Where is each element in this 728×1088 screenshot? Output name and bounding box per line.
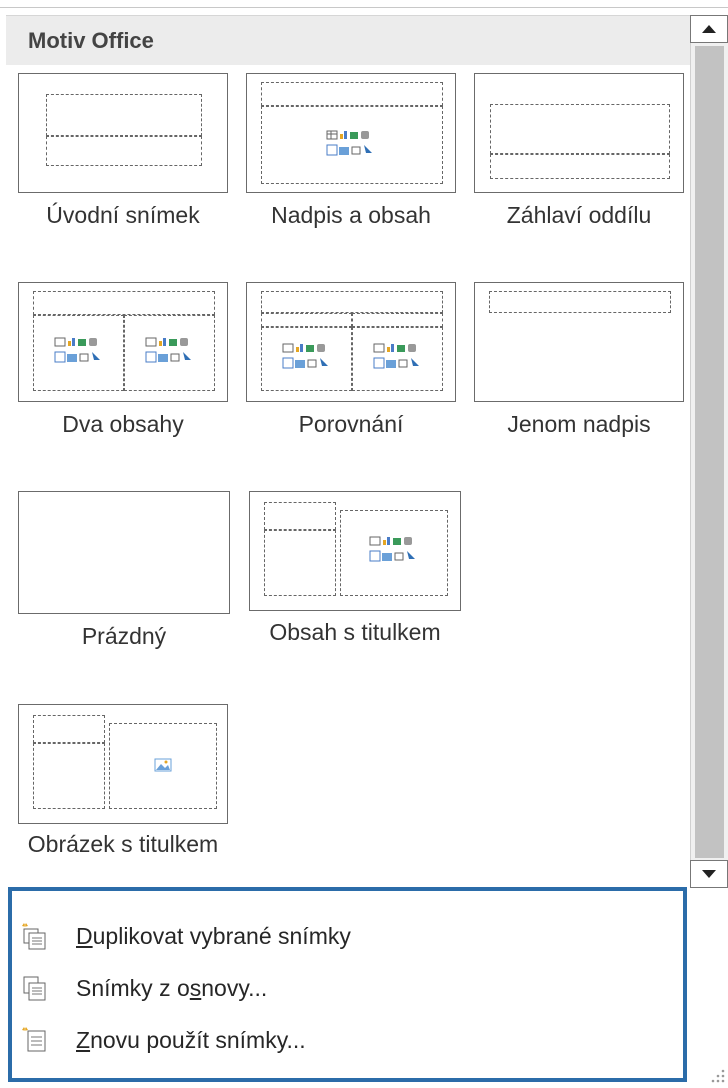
- layout-thumbnail: [18, 491, 230, 614]
- layout-tile-title-only[interactable]: Jenom nadpis: [474, 282, 684, 467]
- title-placeholder: [489, 291, 671, 313]
- picture-icon: [154, 758, 172, 772]
- menu-label: Snímky z osnovy...: [76, 974, 268, 1001]
- layout-thumbnail: [246, 73, 456, 193]
- content-insert-icons: [373, 343, 419, 369]
- layout-label: Porovnání: [298, 411, 404, 437]
- arrow-down-icon: [702, 870, 716, 878]
- layout-label: Prázdný: [81, 623, 167, 649]
- picture-placeholder: [109, 723, 217, 809]
- scroll-up-button[interactable]: [690, 15, 728, 43]
- layout-label: Nadpis a obsah: [271, 202, 431, 228]
- left-content-placeholder: [261, 327, 352, 391]
- menu-item-slides-from-outline[interactable]: Snímky z osnovy...: [12, 963, 683, 1013]
- content-placeholder: [340, 510, 448, 596]
- right-content-placeholder: [124, 315, 215, 391]
- text-placeholder: [264, 530, 336, 596]
- layout-tile-content-caption[interactable]: Obsah s titulkem: [249, 491, 461, 681]
- slide-commands-menu: Duplikovat vybrané snímky Snímky z osnov…: [8, 887, 687, 1082]
- section-header-bar: Motiv Office: [6, 15, 690, 65]
- resize-grip-icon[interactable]: [708, 1066, 726, 1084]
- layout-label: Dva obsahy: [62, 411, 184, 437]
- layout-label: Obsah s titulkem: [269, 619, 441, 645]
- title-placeholder: [261, 291, 443, 313]
- title-placeholder: [261, 82, 443, 106]
- layout-thumbnail: [249, 491, 461, 611]
- new-slide-dropdown: Motiv Office Úvodní snímek Nadpis a obsa…: [0, 0, 728, 1088]
- title-placeholder: [264, 502, 336, 530]
- content-insert-icons: [282, 343, 328, 369]
- scroll-thumb[interactable]: [695, 46, 724, 858]
- title-placeholder: [33, 715, 105, 743]
- text-placeholder: [490, 154, 670, 179]
- layout-thumbnail: [18, 704, 228, 824]
- layout-tile-title-content[interactable]: Nadpis a obsah: [246, 73, 456, 258]
- layout-tile-section-header[interactable]: Záhlaví oddílu: [474, 73, 684, 258]
- layout-tile-title-slide[interactable]: Úvodní snímek: [18, 73, 228, 258]
- title-placeholder: [33, 291, 215, 315]
- menu-item-duplicate-slides[interactable]: Duplikovat vybrané snímky: [12, 911, 683, 961]
- subtitle-placeholder: [46, 136, 202, 166]
- layout-thumbnail: [474, 282, 684, 402]
- content-insert-icons: [369, 536, 415, 562]
- layout-label: Záhlaví oddílu: [506, 202, 652, 228]
- layout-gallery: Úvodní snímek Nadpis a obsah Záhlaví odd…: [6, 66, 690, 886]
- layout-tile-picture-caption[interactable]: Obrázek s titulkem: [18, 704, 230, 886]
- layout-tile-two-content[interactable]: Dva obsahy: [18, 282, 228, 467]
- text-placeholder: [33, 743, 105, 809]
- layout-tile-blank[interactable]: Prázdný: [18, 491, 230, 681]
- title-placeholder: [46, 94, 202, 136]
- layout-tile-comparison[interactable]: Porovnání: [246, 282, 456, 467]
- menu-label: Duplikovat vybrané snímky: [76, 922, 351, 949]
- scroll-down-button[interactable]: [690, 860, 728, 888]
- content-insert-icons: [145, 337, 191, 363]
- content-placeholder: [261, 106, 443, 184]
- left-content-placeholder: [33, 315, 124, 391]
- left-heading-placeholder: [261, 313, 352, 327]
- layout-thumbnail: [18, 73, 228, 193]
- layout-label: Úvodní snímek: [46, 202, 200, 228]
- right-heading-placeholder: [352, 313, 443, 327]
- layout-label: Jenom nadpis: [507, 411, 651, 437]
- menu-item-reuse-slides[interactable]: Znovu použít snímky...: [12, 1015, 683, 1065]
- content-insert-icons: [326, 130, 372, 156]
- layout-label: Obrázek s titulkem: [27, 831, 219, 857]
- title-placeholder: [490, 104, 670, 154]
- content-insert-icons: [54, 337, 100, 363]
- section-title: Motiv Office: [28, 28, 154, 53]
- arrow-up-icon: [702, 25, 716, 33]
- layout-thumbnail: [246, 282, 456, 402]
- layout-thumbnail: [474, 73, 684, 193]
- reuse-slides-icon: [22, 1027, 46, 1052]
- menu-label: Znovu použít snímky...: [76, 1026, 306, 1053]
- right-content-placeholder: [352, 327, 443, 391]
- duplicate-slides-icon: [22, 923, 46, 950]
- top-divider: [0, 0, 728, 8]
- layout-thumbnail: [18, 282, 228, 402]
- slides-from-outline-icon: [23, 976, 46, 1001]
